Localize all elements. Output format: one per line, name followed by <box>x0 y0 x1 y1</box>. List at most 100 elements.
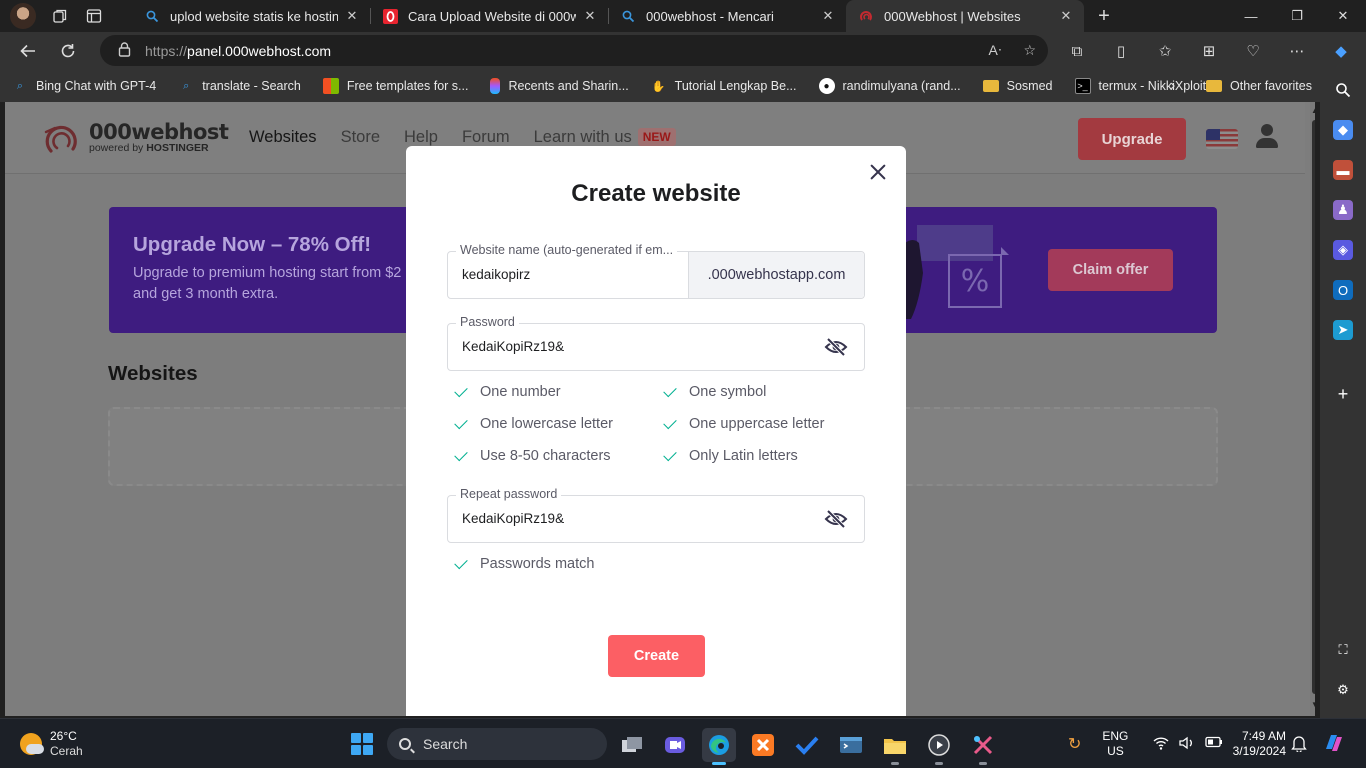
new-tab-button[interactable]: + <box>1084 5 1124 28</box>
scroll-down-arrow[interactable]: ▼ <box>1310 700 1315 709</box>
meet-icon[interactable] <box>658 728 692 762</box>
scroll-up-arrow[interactable]: ▲ <box>1310 106 1315 115</box>
favorite-item[interactable]: Free templates for s... <box>322 78 468 94</box>
volume-icon[interactable] <box>1179 736 1195 753</box>
settings-gear-icon[interactable]: ⚙ <box>1333 680 1353 700</box>
favorite-item[interactable]: ⌕ Bing Chat with GPT-4 <box>12 78 156 94</box>
000webhost-logo-icon <box>44 125 77 153</box>
browser-tab[interactable]: Cara Upload Website di 000webh ✕ <box>370 0 608 32</box>
send-icon[interactable]: ➤ <box>1333 320 1353 340</box>
favorite-item[interactable]: Sosmed <box>982 79 1053 93</box>
language-indicator[interactable]: ENG US <box>1095 729 1135 759</box>
edge-browser-icon[interactable] <box>702 728 736 765</box>
battery-icon[interactable] <box>1205 736 1223 753</box>
copilot-app-icon[interactable]: ◈ <box>1333 240 1353 260</box>
discount-illustration: % <box>905 225 1009 319</box>
favorite-item[interactable]: ● randimulyana (rand... <box>818 78 961 94</box>
minimize-icon[interactable]: — <box>1228 0 1274 32</box>
window-controls: — ❐ ✕ <box>1228 0 1366 32</box>
close-tab-icon[interactable]: ✕ <box>344 8 360 24</box>
search-icon[interactable] <box>1333 80 1353 100</box>
us-flag-icon[interactable] <box>1206 129 1238 149</box>
close-tab-icon[interactable]: ✕ <box>582 8 598 24</box>
eye-off-icon[interactable] <box>824 337 848 357</box>
browser-tab[interactable]: uplod website statis ke hosting g ✕ <box>132 0 370 32</box>
refresh-icon[interactable] <box>48 35 88 67</box>
nav-forum[interactable]: Forum <box>462 128 510 147</box>
back-arrow-icon[interactable] <box>8 35 48 67</box>
outlook-icon[interactable]: O <box>1333 280 1353 300</box>
media-player-icon[interactable] <box>922 728 956 765</box>
notification-bell-icon[interactable] <box>1291 734 1307 757</box>
file-explorer-icon[interactable] <box>878 728 912 765</box>
tab-actions-icon[interactable] <box>84 6 104 26</box>
site-logo[interactable]: 000webhost powered by HOSTINGER <box>43 120 229 156</box>
favorite-label: randimulyana (rand... <box>842 79 961 93</box>
favorite-item[interactable]: Recents and Sharin... <box>490 78 629 94</box>
todo-icon[interactable] <box>790 728 824 762</box>
browser-tab[interactable]: 000webhost - Mencari ✕ <box>608 0 846 32</box>
nav-help[interactable]: Help <box>404 128 438 147</box>
snipping-tool-icon[interactable] <box>966 728 1000 765</box>
url-protocol: https:// <box>145 42 188 59</box>
task-view-icon[interactable] <box>615 728 649 762</box>
chevron-right-icon[interactable]: › <box>1170 77 1175 95</box>
copilot-taskbar-icon[interactable] <box>1322 731 1346 760</box>
performance-icon[interactable]: ♡ <box>1238 42 1268 60</box>
repeat-password-input[interactable]: KedaiKopiRz19& <box>462 511 564 526</box>
create-button[interactable]: Create <box>608 635 705 677</box>
split-screen-icon[interactable]: ▯ <box>1106 42 1136 60</box>
repeat-password-field[interactable]: Repeat password KedaiKopiRz19& <box>447 487 865 543</box>
browser-tab-active[interactable]: 000Webhost | Websites ✕ <box>846 0 1084 32</box>
favorite-item[interactable]: ⌕ translate - Search <box>178 78 301 94</box>
copilot-icon[interactable]: ◆ <box>1326 42 1356 60</box>
scrollbar-thumb[interactable] <box>1312 120 1315 694</box>
weather-widget[interactable]: 26°C Cerah <box>20 729 83 759</box>
eye-off-icon[interactable] <box>824 509 848 529</box>
lock-icon[interactable] <box>118 41 131 60</box>
wifi-icon[interactable] <box>1153 736 1169 753</box>
nav-learn[interactable]: Learn with us NEW <box>534 128 676 147</box>
windows-start-icon[interactable] <box>351 733 373 755</box>
favorite-label: termux - NikkiXploit <box>1098 79 1207 93</box>
website-name-input[interactable]: kedaikopirz <box>462 267 530 282</box>
screenshot-icon[interactable]: ⛶ <box>1333 640 1353 660</box>
favorite-item[interactable]: >_ termux - NikkiXploit <box>1074 78 1207 94</box>
read-aloud-icon[interactable]: Aᐧ <box>989 42 1002 59</box>
other-favorites[interactable]: Other favorites <box>1206 79 1312 93</box>
profile-avatar[interactable] <box>10 3 36 29</box>
more-menu-icon[interactable]: ⋯ <box>1282 42 1312 60</box>
password-field[interactable]: Password KedaiKopiRz19& <box>447 315 865 371</box>
sync-icon[interactable]: ↻ <box>1068 734 1081 754</box>
workspaces-icon[interactable] <box>50 6 70 26</box>
tag-icon[interactable]: ◆ <box>1333 120 1353 140</box>
close-window-icon[interactable]: ✕ <box>1320 0 1366 32</box>
folder-icon <box>1206 80 1222 92</box>
xampp-icon[interactable] <box>746 728 780 762</box>
close-tab-icon[interactable]: ✕ <box>1058 8 1074 24</box>
favorites-icon[interactable]: ✩ <box>1150 42 1180 60</box>
requirement-text: Use 8-50 characters <box>480 448 611 464</box>
upgrade-button[interactable]: Upgrade <box>1078 118 1186 160</box>
website-name-field[interactable]: Website name (auto-generated if em... ke… <box>447 243 865 299</box>
favorite-item[interactable]: ✋ Tutorial Lengkap Be... <box>651 78 797 94</box>
nav-store[interactable]: Store <box>341 128 380 147</box>
user-account-icon[interactable] <box>1255 124 1279 150</box>
collections-icon[interactable]: ⊞ <box>1194 42 1224 60</box>
close-tab-icon[interactable]: ✕ <box>820 8 836 24</box>
password-input[interactable]: KedaiKopiRz19& <box>462 339 564 354</box>
add-icon[interactable]: + <box>1333 384 1353 404</box>
terminal-app-icon[interactable] <box>834 728 868 762</box>
extensions-icon[interactable]: ⧉ <box>1062 43 1092 60</box>
toolbox-icon[interactable]: ▬ <box>1333 160 1353 180</box>
clock[interactable]: 7:49 AM 3/19/2024 <box>1226 729 1286 759</box>
restore-icon[interactable]: ❐ <box>1274 0 1320 32</box>
requirement-text: One number <box>480 384 561 400</box>
nav-websites[interactable]: Websites <box>249 128 317 147</box>
favorite-star-icon[interactable]: ☆ <box>1023 42 1036 59</box>
claim-offer-button[interactable]: Claim offer <box>1048 249 1173 291</box>
close-icon[interactable] <box>868 162 888 182</box>
taskbar-search[interactable]: Search <box>387 728 607 760</box>
games-icon[interactable]: ♟ <box>1333 200 1353 220</box>
url-bar[interactable]: https://panel.000webhost.com Aᐧ ☆ <box>100 35 1048 66</box>
